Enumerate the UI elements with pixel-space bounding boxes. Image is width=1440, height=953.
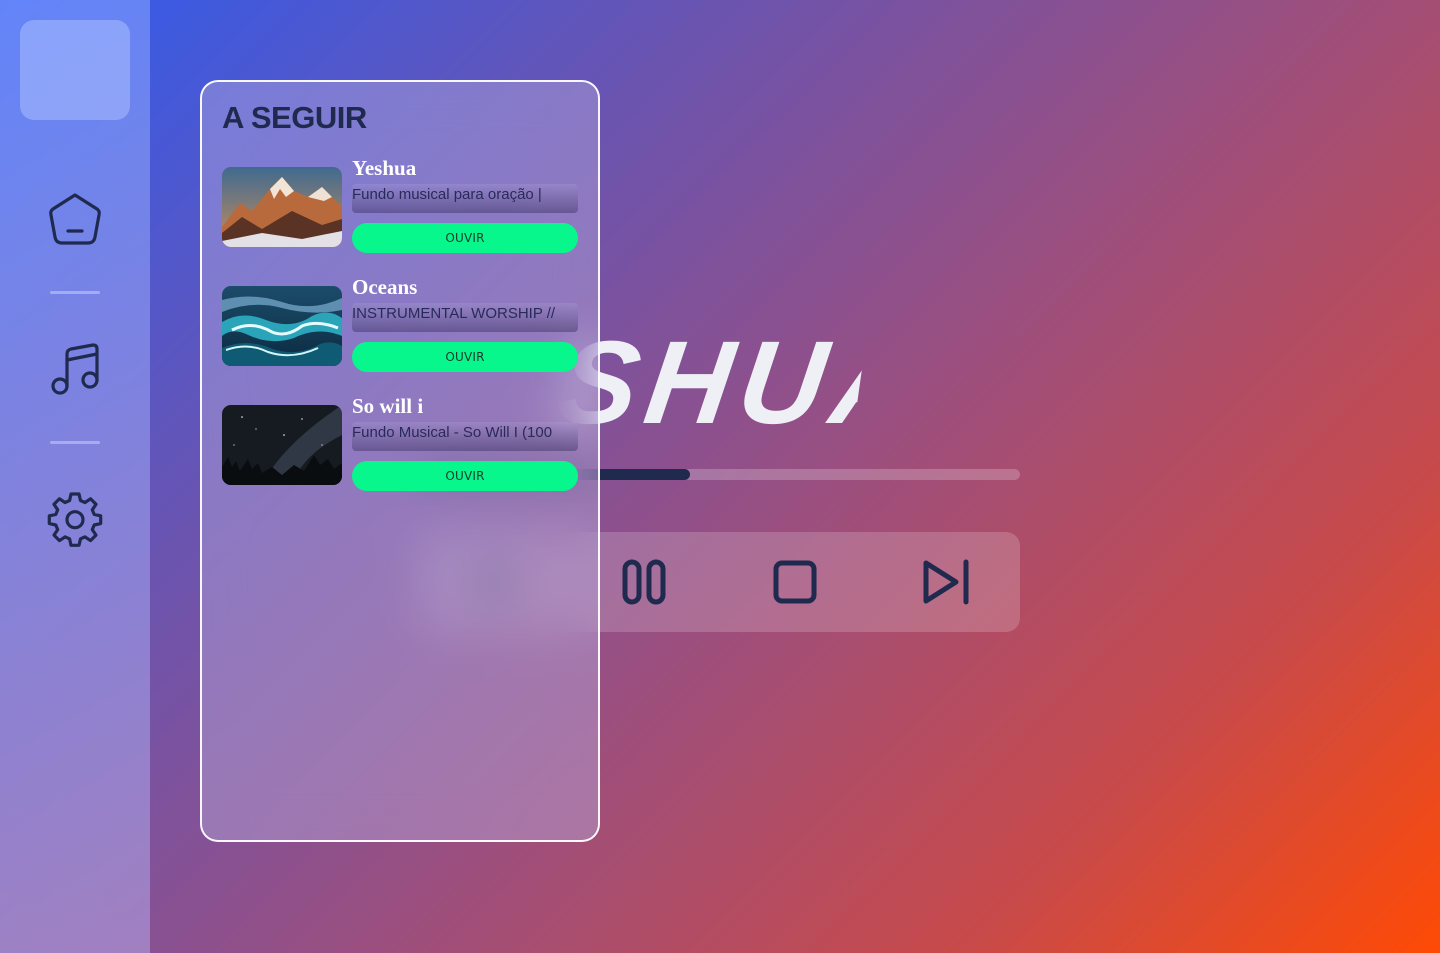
track-name: Oceans	[352, 275, 418, 299]
track-description: Fundo Musical - So Will I (100	[352, 422, 578, 451]
home-icon[interactable]	[45, 189, 105, 249]
skip-next-icon[interactable]	[918, 554, 974, 610]
sidebar-divider	[50, 441, 100, 444]
listen-button[interactable]: OUVIR	[352, 342, 578, 372]
listen-button[interactable]: OUVIR	[352, 461, 578, 491]
gear-icon[interactable]	[45, 489, 105, 549]
list-item: Oceans INSTRUMENTAL WORSHIP // OUVIR	[222, 275, 582, 393]
listen-button[interactable]: OUVIR	[352, 223, 578, 253]
stop-icon[interactable]	[767, 554, 823, 610]
track-name: Yeshua	[352, 156, 417, 180]
track-description: INSTRUMENTAL WORSHIP //	[352, 303, 578, 332]
mountain-image	[222, 167, 342, 247]
track-description: Fundo musical para oração |	[352, 184, 578, 213]
list-item: So will i Fundo Musical - So Will I (100…	[222, 394, 582, 512]
night-sky-image	[222, 405, 342, 485]
logo-placeholder	[20, 20, 130, 120]
queue-panel: A SEGUIR Yeshua Fundo musical para oraçã…	[200, 80, 600, 842]
ocean-waves-image	[222, 286, 342, 366]
music-note-icon[interactable]	[45, 340, 105, 400]
track-name: So will i	[352, 394, 424, 418]
sidebar-divider	[50, 291, 100, 294]
sidebar	[0, 0, 150, 953]
list-item: Yeshua Fundo musical para oração | OUVIR	[222, 156, 582, 274]
queue-title: A SEGUIR	[222, 100, 367, 135]
pause-icon[interactable]	[617, 554, 673, 610]
